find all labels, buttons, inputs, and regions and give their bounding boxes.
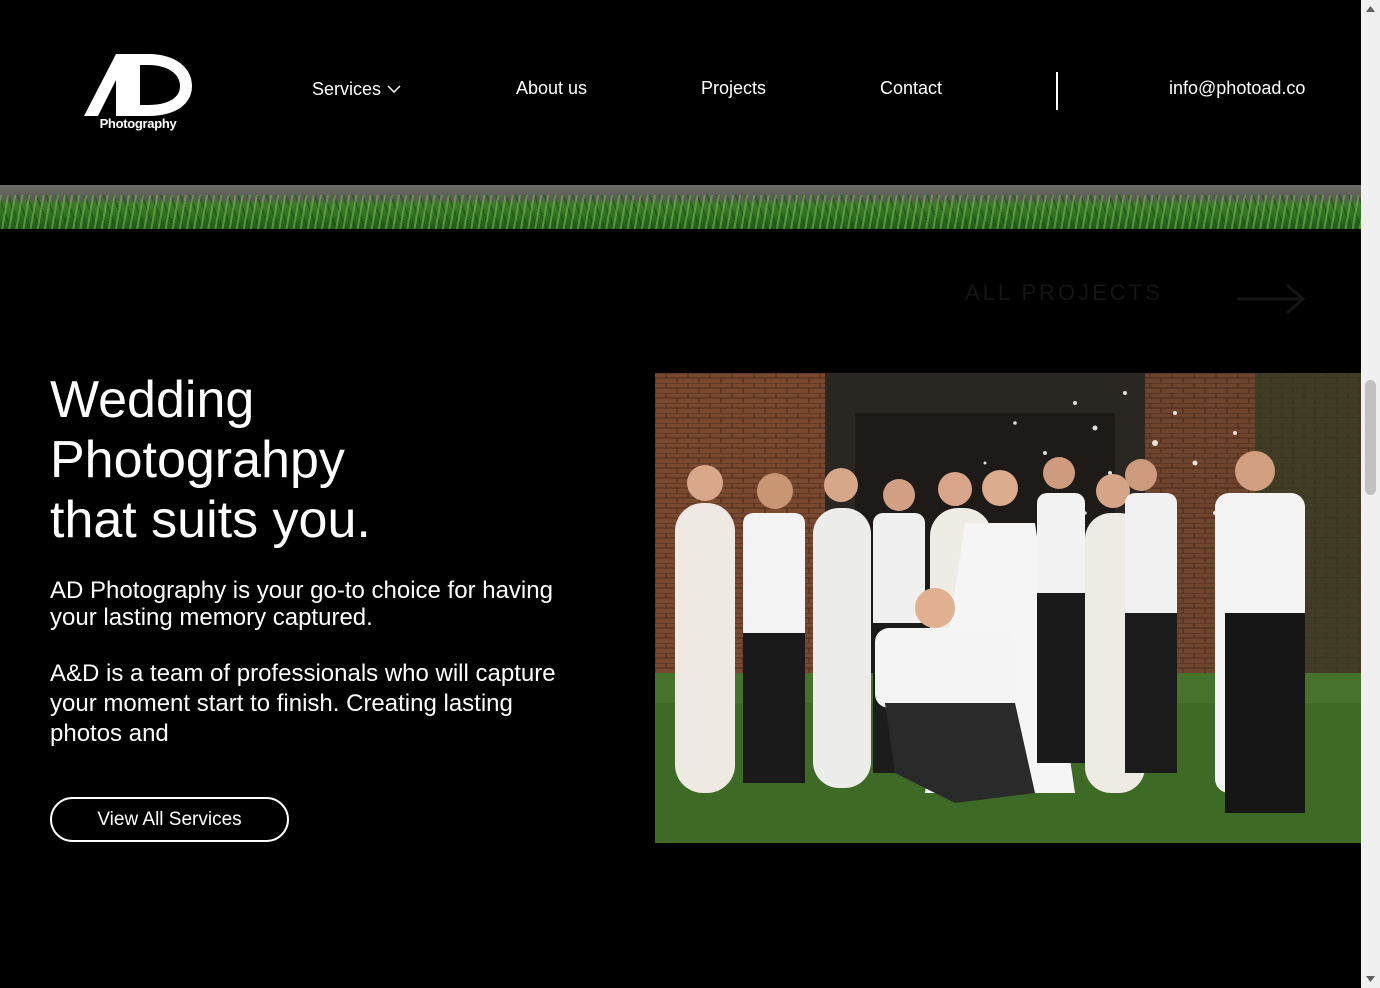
email-link[interactable]: info@photoad.co [1169,78,1305,99]
scrollbar-thumb[interactable] [1365,380,1376,495]
banner-image-strip [0,185,1361,229]
nav-contact[interactable]: Contact [880,78,942,99]
nav-projects[interactable]: Projects [701,78,766,99]
hero-title-line-3: that suits you. [50,491,371,549]
scroll-up-arrow-icon[interactable] [1365,4,1376,14]
nav-services[interactable]: Services [312,79,401,100]
hero-paragraph-1: AD Photography is your go-to choice for … [50,577,553,631]
page: Photography Services About us Projects C… [0,0,1380,988]
logo-caption: Photography [99,116,177,131]
site-logo[interactable]: Photography [82,50,194,132]
site-header: Photography Services About us Projects C… [0,0,1361,185]
hero-title-line-1: Wedding [50,371,255,429]
scroll-down-arrow-icon[interactable] [1365,974,1376,984]
all-projects-link[interactable]: ALL PROJECTS [965,280,1163,306]
hero-title: Wedding Photograhpy that suits you. [50,370,371,550]
wedding-party-photo [655,373,1361,843]
page-scrollbar[interactable] [1361,0,1380,988]
chevron-down-icon [387,85,401,93]
nav-services-label: Services [312,79,382,99]
nav-about-us[interactable]: About us [516,78,587,99]
view-all-services-button[interactable]: View All Services [50,797,289,842]
logo-monogram-icon [84,54,192,116]
hero-title-line-2: Photograhpy [50,431,345,489]
arrow-right-icon[interactable] [1235,282,1307,316]
nav-divider [1056,72,1058,110]
hero-paragraph-2: A&D is a team of professionals who will … [50,660,556,747]
